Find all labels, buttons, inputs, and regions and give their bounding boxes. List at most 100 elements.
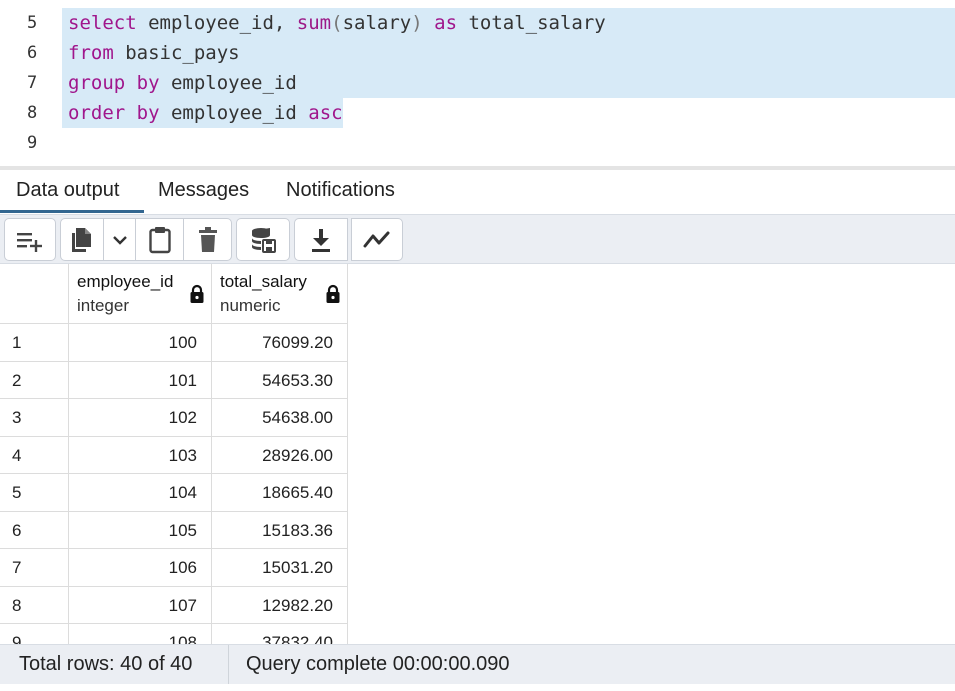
code-paren: )	[411, 12, 423, 34]
cell-total-salary[interactable]: 15183.36	[212, 511, 348, 548]
delete-icon	[198, 226, 217, 252]
row-number[interactable]: 6	[0, 511, 69, 548]
line-number: 5	[27, 13, 38, 33]
copy-icon	[72, 227, 91, 252]
keyword: select	[68, 12, 137, 34]
keyword: from	[68, 42, 114, 64]
grid-header: employee_id integer total_salary numeric	[0, 264, 348, 324]
row-number[interactable]: 8	[0, 586, 69, 623]
keyword: order	[68, 102, 126, 124]
row-number[interactable]: 2	[0, 361, 69, 398]
cell-employee-id[interactable]: 101	[69, 361, 212, 398]
paste-button[interactable]	[135, 219, 183, 260]
table-row[interactable]: 4 103 28926.00	[0, 436, 348, 474]
table-row[interactable]: 3 102 54638.00	[0, 399, 348, 437]
code-text: salary	[342, 12, 412, 34]
data-grid-viewport[interactable]: employee_id integer total_salary numeric	[0, 264, 955, 644]
cell-total-salary[interactable]: 54653.30	[212, 361, 348, 398]
code-line[interactable]: order by employee_id asc	[62, 98, 955, 128]
code-line[interactable]: select employee_id, sum(salary) as total…	[62, 8, 955, 38]
row-number[interactable]: 5	[0, 474, 69, 511]
copy-options-dropdown[interactable]	[103, 219, 135, 260]
cell-total-salary[interactable]: 18665.40	[212, 474, 348, 511]
line-number: 8	[27, 103, 38, 123]
save-data-icon	[252, 227, 276, 253]
graph-visualiser-button[interactable]	[351, 218, 403, 261]
code-line[interactable]	[62, 128, 955, 158]
code-text: employee_id	[159, 102, 309, 124]
table-row[interactable]: 8 107 12982.20	[0, 586, 348, 624]
graph-visualiser-icon	[363, 231, 390, 247]
line-number: 9	[27, 133, 38, 153]
row-number[interactable]: 9	[0, 624, 69, 644]
cell-employee-id[interactable]: 102	[69, 399, 212, 436]
tab-data-output[interactable]: Data output	[0, 172, 144, 214]
delete-row-button[interactable]	[183, 219, 231, 260]
cell-total-salary[interactable]: 76099.20	[212, 324, 348, 361]
paste-icon	[148, 226, 171, 253]
tab-messages[interactable]: Messages	[158, 172, 249, 214]
column-header-employee-id[interactable]: employee_id integer	[69, 264, 212, 324]
cell-total-salary[interactable]: 54638.00	[212, 399, 348, 436]
save-data-button[interactable]	[236, 218, 290, 261]
code-line[interactable]: from basic_pays	[62, 38, 955, 68]
cell-total-salary[interactable]: 12982.20	[212, 586, 348, 623]
line-number: 6	[27, 43, 38, 63]
line-number: 7	[27, 73, 38, 93]
cell-total-salary[interactable]: 15031.20	[212, 549, 348, 586]
column-name: employee_id	[77, 272, 174, 291]
column-name: total_salary	[220, 272, 307, 291]
code-text: basic_pays	[113, 42, 240, 64]
code-text: employee_id,	[136, 12, 297, 34]
cell-employee-id[interactable]: 108	[69, 624, 212, 644]
total-rows-status: Total rows: 40 of 40	[0, 645, 229, 685]
cell-total-salary[interactable]: 37832.40	[212, 624, 348, 644]
copy-paste-group	[60, 218, 232, 261]
table-row[interactable]: 9 108 37832.40	[0, 624, 348, 644]
bottom-strip	[0, 684, 955, 691]
cell-employee-id[interactable]: 105	[69, 511, 212, 548]
panel-splitter[interactable]	[0, 166, 955, 170]
column-header-total-salary[interactable]: total_salary numeric	[212, 264, 348, 324]
code-area[interactable]: select employee_id, sum(salary) as total…	[62, 8, 955, 158]
row-number-header[interactable]	[0, 264, 69, 324]
keyword: by	[136, 72, 160, 94]
keyword: asc	[308, 102, 343, 124]
cell-employee-id[interactable]: 104	[69, 474, 212, 511]
query-status: Query complete 00:00:00.090	[246, 653, 510, 675]
table-row[interactable]: 1 100 76099.20	[0, 324, 348, 362]
cell-employee-id[interactable]: 107	[69, 586, 212, 623]
download-icon	[312, 228, 330, 252]
table-row[interactable]: 7 106 15031.20	[0, 549, 348, 587]
result-tabs: Data output Messages Notifications	[0, 172, 955, 214]
row-number[interactable]: 1	[0, 324, 69, 361]
cell-employee-id[interactable]: 106	[69, 549, 212, 586]
download-button[interactable]	[294, 218, 348, 261]
column-type: integer	[77, 296, 129, 315]
code-line[interactable]: group by employee_id	[62, 68, 955, 98]
cell-employee-id[interactable]: 100	[69, 324, 212, 361]
keyword: as	[434, 12, 458, 34]
code-text: employee_id	[159, 72, 297, 94]
table-row[interactable]: 6 105 15183.36	[0, 511, 348, 549]
row-number[interactable]: 4	[0, 436, 69, 473]
status-bar: Total rows: 40 of 40 Query complete 00:0…	[0, 644, 955, 685]
column-type: numeric	[220, 296, 281, 315]
row-number[interactable]: 7	[0, 549, 69, 586]
chevron-down-icon	[112, 235, 127, 245]
data-output-toolbar	[0, 214, 955, 264]
keyword: by	[136, 102, 160, 124]
row-number[interactable]: 3	[0, 399, 69, 436]
cell-employee-id[interactable]: 103	[69, 436, 212, 473]
add-row-icon	[17, 232, 42, 252]
tab-notifications[interactable]: Notifications	[286, 172, 395, 214]
table-row[interactable]: 2 101 54653.30	[0, 361, 348, 399]
cell-total-salary[interactable]: 28926.00	[212, 436, 348, 473]
copy-button[interactable]	[61, 219, 103, 260]
add-row-button[interactable]	[4, 218, 56, 261]
sql-editor[interactable]: 5 6 7 8 9 select employee_id, sum(salary…	[0, 0, 955, 166]
table-row[interactable]: 5 104 18665.40	[0, 474, 348, 512]
